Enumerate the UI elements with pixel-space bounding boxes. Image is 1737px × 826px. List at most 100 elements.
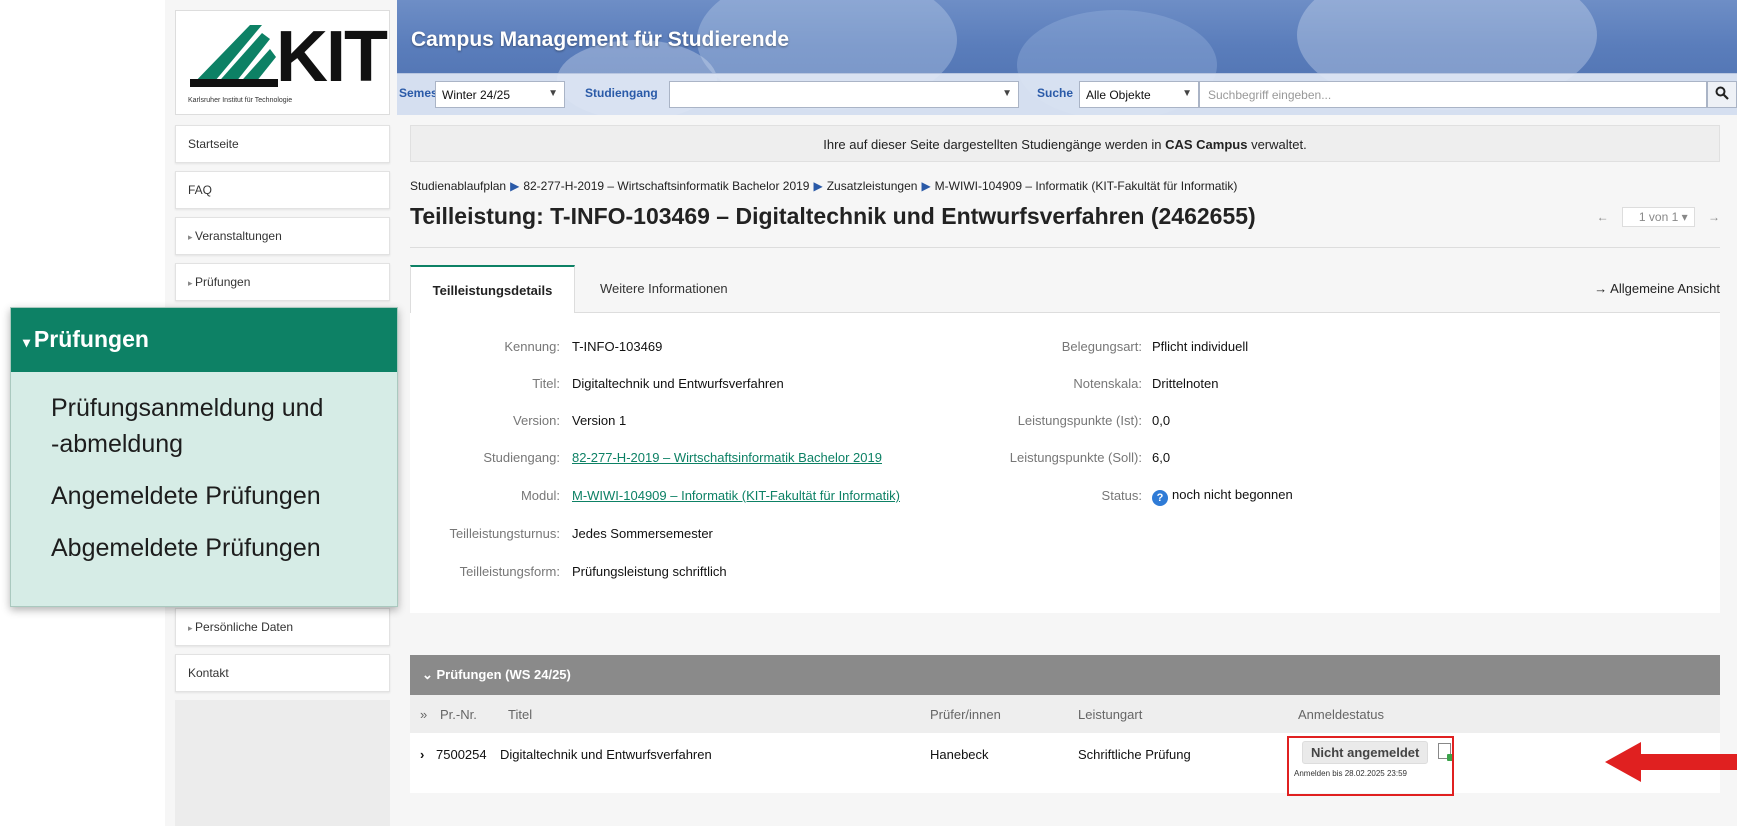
search-label: Suche [1037, 86, 1074, 100]
breadcrumb-separator-icon: ▶ [510, 179, 520, 193]
sidebar-item-label: FAQ [188, 183, 213, 197]
arrow-right-icon[interactable]: → [1708, 210, 1720, 224]
chevron-down-icon: ▾ [23, 334, 34, 350]
app-title: Campus Management für Studierende [411, 28, 790, 51]
menu-link-deregistered-exams[interactable]: Abgemeldete Prüfungen [11, 530, 397, 566]
detail-value: Pflicht individuell [1152, 339, 1249, 354]
kit-subtitle: Karlsruher Institut für Technologie [188, 97, 293, 104]
detail-value: Jedes Sommersemester [572, 526, 713, 541]
sidebar-item-label: Startseite [188, 137, 239, 151]
search-scope-select[interactable]: Alle Objekte ▼ [1079, 81, 1199, 108]
breadcrumb-item[interactable]: M-WIWI-104909 – Informatik (KIT-Fakultät… [935, 179, 1238, 193]
callout-heading-text: Prüfungen [33, 326, 149, 352]
sidebar-item-veranstaltungen[interactable]: ▸ Veranstaltungen [175, 217, 390, 255]
expand-all-icon[interactable]: » [420, 707, 427, 722]
detail-value: 0,0 [1152, 413, 1171, 428]
program-select[interactable]: ▼ [669, 81, 1019, 108]
tab-teilleistungsdetails[interactable]: Teilleistungsdetails [410, 265, 575, 313]
sidebar-item-label: Veranstaltungen [195, 229, 282, 243]
column-header[interactable]: Leistungart [1078, 707, 1142, 722]
search-icon [1715, 86, 1729, 100]
notice-bold: CAS Campus [1165, 137, 1248, 152]
sidebar-filler [175, 700, 390, 826]
chevron-right-icon[interactable]: › [420, 747, 424, 762]
column-header[interactable]: Prüfer/innen [930, 707, 1001, 722]
search-input[interactable]: Suchbegriff eingeben... [1199, 81, 1707, 108]
pager-select[interactable]: 1 von 1 ▾ [1621, 207, 1695, 227]
search-button[interactable] [1707, 81, 1737, 108]
detail-value: Digitaltechnik und Entwurfsverfahren [572, 376, 784, 391]
exams-table-header: » Pr.-Nr. Titel Prüfer/innen Leistungart… [410, 695, 1720, 733]
sidebar-item-pruefungen[interactable]: ▸ Prüfungen [175, 263, 390, 301]
menu-link-text: Prüfungsanmeldung und [51, 394, 324, 422]
exams-section-toggle[interactable]: ⌄ Prüfungen (WS 24/25) [410, 655, 1720, 695]
arrow-left-icon[interactable]: ← [1597, 210, 1609, 224]
table-row[interactable]: › 7500254 Digitaltechnik und Entwurfsver… [410, 733, 1720, 796]
notice-text: Ihre auf dieser Seite dargestellten Stud… [823, 137, 1166, 152]
breadcrumb: Studienablaufplan ▶ 82-277-H-2019 – Wirtsc… [410, 179, 1237, 193]
detail-label: Leistungspunkte (Ist): [1017, 413, 1142, 428]
chevron-down-icon: ▼ [548, 88, 558, 99]
tab-bar: Teilleistungsdetails Weitere Information… [410, 265, 1720, 313]
status-text: noch nicht begonnen [1172, 487, 1293, 502]
kit-wordmark: KIT [276, 17, 388, 97]
menu-link-registered-exams[interactable]: Angemeldete Prüfungen [11, 478, 397, 514]
sidebar-item-label: Prüfungen [195, 275, 251, 289]
sidebar-item-startseite[interactable]: Startseite [175, 125, 390, 163]
breadcrumb-separator-icon: ▶ [921, 179, 931, 193]
detail-value: Drittelnoten [1152, 376, 1219, 391]
notice-text-end: verwaltet. [1247, 137, 1307, 152]
exams-section-title: Prüfungen (WS 24/25) [436, 667, 571, 682]
semester-value: Winter 24/25 [442, 88, 511, 102]
detail-label: Teilleistungsform: [459, 564, 560, 579]
chevron-right-icon: ▸ [188, 232, 196, 242]
breadcrumb-item[interactable]: Zusatzleistungen [827, 179, 918, 193]
chevron-right-icon: ▸ [188, 278, 196, 288]
divider [410, 247, 1720, 248]
main-content: Ihre auf dieser Seite dargestellten Stud… [410, 125, 1720, 796]
detail-value: Version 1 [572, 413, 627, 428]
column-header[interactable]: Titel [508, 707, 532, 722]
program-label: Studiengang [585, 86, 658, 100]
chevron-down-icon: ▼ [1182, 88, 1192, 99]
detail-label: Belegungsart: [1061, 339, 1142, 354]
breadcrumb-item[interactable]: Studienablaufplan [410, 179, 506, 193]
general-view-link[interactable]: → Allgemeine Ansicht [1594, 281, 1720, 296]
sidebar-item-persoenliche-daten[interactable]: ▸ Persönliche Daten [175, 608, 390, 646]
chevron-down-icon: ⌄ [422, 667, 437, 682]
detail-value: Prüfungsleistung schriftlich [572, 564, 727, 579]
question-mark-icon[interactable]: ? [1152, 490, 1168, 506]
detail-label: Kennung: [504, 339, 560, 354]
sidebar-item-kontakt[interactable]: Kontakt [175, 654, 390, 692]
sidebar-item-label: Persönliche Daten [195, 620, 294, 634]
sidebar-item-faq[interactable]: FAQ [175, 171, 390, 209]
column-header[interactable]: Anmeldestatus [1298, 707, 1384, 722]
page-title: Teilleistung: T-INFO-103469 – Digitaltec… [410, 203, 1256, 229]
sidebar-nav: Startseite FAQ ▸ Veranstaltungen ▸ Prüfu… [175, 125, 390, 309]
search-scope-value: Alle Objekte [1086, 88, 1151, 102]
module-link[interactable]: M-WIWI-104909 – Informatik (KIT-Fakultät… [572, 488, 900, 503]
menu-link-text: -abmeldung [51, 430, 184, 458]
breadcrumb-item[interactable]: 82-277-H-2019 – Wirtschaftsinformatik Ba… [523, 179, 809, 193]
detail-label: Titel: [532, 376, 560, 391]
exam-type: Schriftliche Prüfung [1078, 747, 1191, 762]
pager-value: 1 von 1 [1638, 210, 1679, 224]
detail-label: Teilleistungsturnus: [449, 526, 560, 541]
menu-link-exam-registration[interactable]: Prüfungsanmeldung und -abmeldung [11, 390, 397, 462]
detail-label: Notenskala: [1073, 376, 1142, 391]
detail-label: Leistungspunkte (Soll): [1009, 450, 1142, 465]
program-link[interactable]: 82-277-H-2019 – Wirtschaftsinformatik Ba… [572, 450, 882, 465]
column-header[interactable]: Pr.-Nr. [440, 707, 477, 722]
cas-notice: Ihre auf dieser Seite dargestellten Stud… [410, 125, 1720, 162]
header-banner: Campus Management für Studierende Semest… [397, 0, 1737, 115]
callout-heading[interactable]: ▾ Prüfungen [11, 308, 397, 372]
details-panel: Kennung: T-INFO-103469 Titel: Digitaltec… [410, 313, 1720, 613]
pager: ← 1 von 1 ▾ → [1587, 207, 1720, 227]
detail-value: T-INFO-103469 [572, 339, 663, 354]
chevron-down-icon: ▼ [1002, 88, 1012, 99]
semester-select[interactable]: Winter 24/25 ▼ [435, 81, 565, 108]
detail-label: Studiengang: [483, 450, 560, 465]
tab-weitere-informationen[interactable]: Weitere Informationen [600, 265, 728, 313]
detail-label: Status: [1101, 488, 1142, 503]
kit-logo[interactable]: KIT Karlsruher Institut für Technologie [175, 10, 390, 115]
